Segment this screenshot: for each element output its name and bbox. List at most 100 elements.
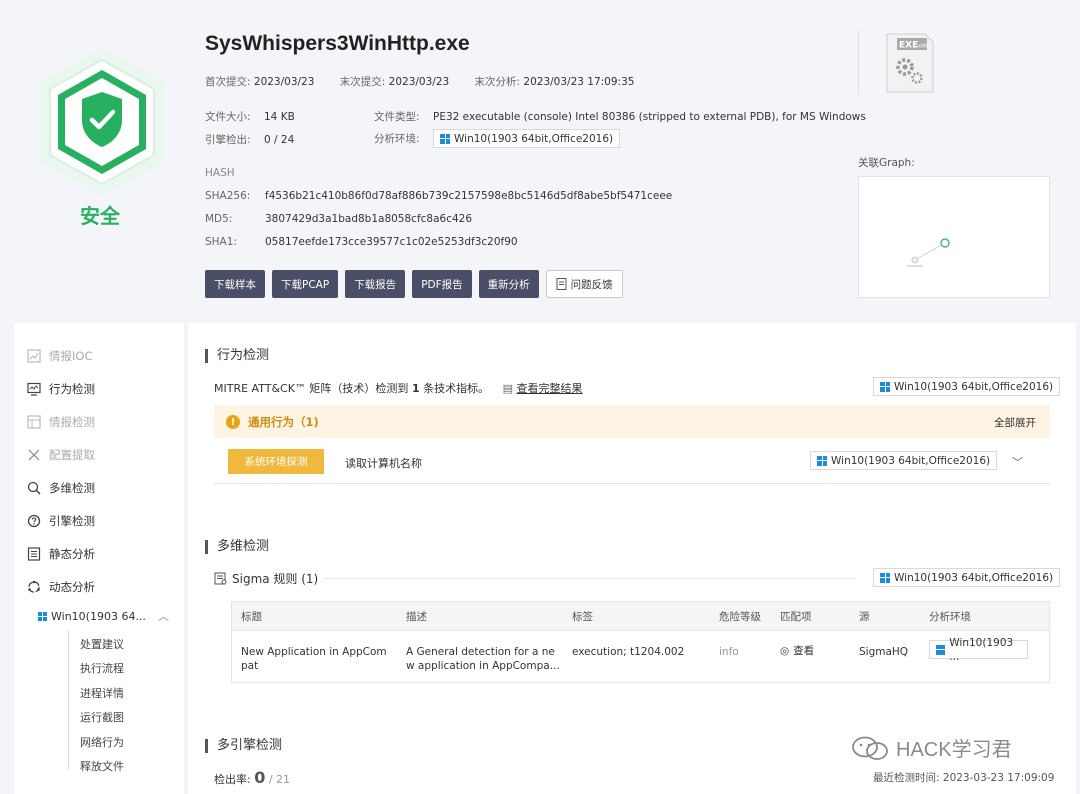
mitre-summary: MITRE ATT&CK™ 矩阵（技术）检测到 1 条技术指标。 ▤ 查看完整结… bbox=[214, 380, 583, 396]
relation-graph[interactable] bbox=[858, 176, 1050, 298]
last-time-label: 最近检测时间: bbox=[873, 772, 940, 784]
rule-description-line: A General detection for a ne bbox=[406, 646, 555, 658]
download-report-button[interactable]: 下载报告 bbox=[345, 270, 406, 298]
download-pcap-button[interactable]: 下载PCAP bbox=[272, 270, 339, 298]
env-chip-label: Win10(1903 64bit,Office2016) bbox=[894, 380, 1054, 393]
env-chip[interactable]: Win10(1903 64bit,Office2016) bbox=[873, 377, 1061, 396]
graph-label: 关联Graph: bbox=[858, 157, 915, 169]
submit-meta: 首次提交: 2023/03/23 末次提交: 2023/03/23 末次分析: … bbox=[205, 74, 656, 89]
sidebar-env-label: Win10(1903 64... bbox=[51, 609, 146, 623]
env-chip[interactable]: Win10(1903 64bit,Office2016) bbox=[433, 129, 621, 148]
general-behavior-bar[interactable]: ! 通用行为（1) 全部展开 bbox=[214, 405, 1050, 438]
sidebar-item-config[interactable]: 配置提取 bbox=[26, 447, 95, 463]
reanalyze-button[interactable]: 重新分析 bbox=[478, 270, 539, 298]
env-chip[interactable]: Win10(1903 64bit,Office2016) bbox=[810, 451, 998, 470]
sidebar-item-intel[interactable]: 情报检测 bbox=[26, 414, 95, 430]
list-icon bbox=[26, 547, 41, 562]
sidebar-sub-item[interactable]: 网络行为 bbox=[80, 734, 124, 750]
general-behavior-text: 通用行为（1) bbox=[248, 415, 319, 429]
md5-value[interactable]: 3807429d3a1bad8b1a8058cfc8a6c426 bbox=[265, 213, 472, 225]
sidebar-sub-item[interactable]: 运行截图 bbox=[80, 709, 124, 725]
sidebar-item-label: 情报IOC bbox=[49, 349, 93, 363]
table-header: 标题 描述 标签 危险等级 匹配项 源 分析环境 bbox=[232, 602, 1049, 631]
multi-env: Win10(1903 64bit,Office2016) bbox=[873, 568, 1061, 587]
file-type: 文件类型: PE32 executable (console) Intel 803… bbox=[374, 109, 866, 124]
monitor-icon bbox=[26, 382, 41, 397]
engine-detect-value: 0 / 24 bbox=[264, 134, 295, 146]
sigma-rules-label: Sigma 规则 (1) bbox=[232, 572, 319, 586]
file-size-value: 14 KB bbox=[264, 111, 295, 123]
sidebar-item-behavior[interactable]: 行为检测 bbox=[26, 381, 95, 397]
sidebar-item-label: 行为检测 bbox=[49, 382, 95, 396]
watermark-text: HACK学习君 bbox=[896, 739, 1012, 761]
view-full-results-link[interactable]: 查看完整结果 bbox=[517, 382, 583, 395]
sidebar-sub-item[interactable]: 处置建议 bbox=[80, 636, 124, 652]
env-chip[interactable]: Win10(1903 64bit,Office2016) bbox=[873, 568, 1061, 587]
sidebar-sub-item[interactable]: 执行流程 bbox=[80, 660, 124, 676]
column-header: 标题 bbox=[241, 611, 262, 623]
question-icon bbox=[26, 514, 41, 529]
divider bbox=[325, 578, 855, 579]
env-chip-label: Win10(1903 64bit,Office2016) bbox=[894, 571, 1054, 584]
chevron-up-icon: ︿ bbox=[157, 610, 169, 623]
env-chip-label: Win10(1903 ... bbox=[949, 636, 1014, 663]
sidebar-env-toggle[interactable]: Win10(1903 64... ︿ bbox=[38, 608, 169, 624]
sidebar-item-dynamic[interactable]: 动态分析 bbox=[26, 579, 95, 595]
chevron-down-icon[interactable]: ﹀ bbox=[1012, 454, 1023, 470]
analysis-env: 分析环境: Win10(1903 64bit,Office2016) bbox=[374, 129, 621, 148]
hash-title: HASH bbox=[205, 167, 235, 179]
wechat-icon bbox=[852, 736, 888, 760]
file-name: SysWhispers3WinHttp.exe bbox=[205, 32, 470, 55]
first-submit-label: 首次提交: bbox=[205, 76, 251, 88]
feedback-icon bbox=[556, 278, 567, 290]
env-chip-label: Win10(1903 64bit,Office2016) bbox=[454, 132, 614, 145]
exe-icon-text: EXE bbox=[899, 41, 918, 51]
sha1-value[interactable]: 05817eefde173cce39577c1c02e5253df3c20f90 bbox=[265, 236, 518, 248]
sidebar-item-static[interactable]: 静态分析 bbox=[26, 546, 95, 562]
windows-icon bbox=[936, 644, 946, 655]
rate-label: 检出率: bbox=[214, 773, 251, 786]
sidebar-sub-item[interactable]: 释放文件 bbox=[80, 758, 124, 774]
feedback-button[interactable]: 问题反馈 bbox=[545, 270, 623, 298]
env-chip-label: Win10(1903 64bit,Office2016) bbox=[831, 454, 991, 467]
sha256-value[interactable]: f4536b21c410b86f0d78af886b739c2157598e8b… bbox=[265, 190, 672, 202]
last-submit-label: 末次提交: bbox=[339, 76, 386, 88]
behavior-env: Win10(1903 64bit,Office2016) bbox=[873, 377, 1061, 396]
expand-all-button[interactable]: 全部展开 bbox=[994, 415, 1036, 430]
exe-icon-subtext: x86 bbox=[918, 44, 927, 50]
rule-title-line: New Application in AppCom bbox=[241, 646, 387, 658]
rule-env: Win10(1903 ... bbox=[929, 637, 1028, 663]
mitre-prefix: MITRE ATT&CK™ 矩阵（技术）检测到 bbox=[214, 382, 409, 395]
verdict-badge bbox=[28, 40, 176, 210]
cycle-icon bbox=[26, 580, 41, 595]
feedback-label: 问题反馈 bbox=[570, 278, 613, 291]
view-match-link[interactable]: ◎ 查看 bbox=[780, 644, 814, 658]
first-submit-value: 2023/03/23 bbox=[253, 76, 315, 88]
rule-description: A General detection for a ne w applicati… bbox=[406, 645, 560, 673]
behavior-category-tag[interactable]: 系统环境探测 bbox=[228, 449, 324, 474]
column-header: 匹配项 bbox=[780, 611, 812, 623]
sidebar-item-ioc[interactable]: 情报IOC bbox=[26, 348, 92, 364]
download-sample-button[interactable]: 下载样本 bbox=[205, 270, 265, 298]
env-chip[interactable]: Win10(1903 ... bbox=[929, 637, 1028, 663]
general-behavior-label: ! 通用行为（1) bbox=[226, 414, 319, 430]
sha1-row: SHA1: 05817eefde173cce39577c1c02e5253df3c… bbox=[205, 236, 518, 248]
pdf-report-button[interactable]: PDF报告 bbox=[412, 270, 472, 298]
mitre-count: 1 bbox=[411, 382, 420, 395]
behavior-section-title: 行为检测 bbox=[205, 349, 269, 363]
last-detection-time: 最近检测时间: 2023-03-23 17:09:09 bbox=[873, 770, 1054, 785]
sidebar-item-label: 多维检测 bbox=[49, 481, 95, 495]
windows-icon bbox=[38, 611, 47, 621]
sha256-row: SHA256: f4536b21c410b86f0d78af886b739c215… bbox=[205, 190, 672, 202]
rule-title[interactable]: New Application in AppCom pat bbox=[241, 645, 387, 673]
sidebar-item-engine[interactable]: 引擎检测 bbox=[26, 513, 95, 529]
windows-icon bbox=[817, 455, 827, 466]
sidebar-item-multi[interactable]: 多维检测 bbox=[26, 480, 95, 496]
sidebar-sub-item[interactable]: 进程详情 bbox=[80, 685, 124, 701]
column-header: 源 bbox=[859, 611, 870, 623]
engine-detection-rate: 检出率: 0 / 21 bbox=[214, 768, 290, 787]
file-size: 文件大小: 14 KB bbox=[205, 109, 295, 124]
md5-row: MD5: 3807429d3a1bad8b1a8058cfc8a6c426 bbox=[205, 213, 472, 225]
sidebar-item-label: 情报检测 bbox=[49, 415, 95, 429]
eye-icon: ◎ bbox=[780, 645, 790, 657]
